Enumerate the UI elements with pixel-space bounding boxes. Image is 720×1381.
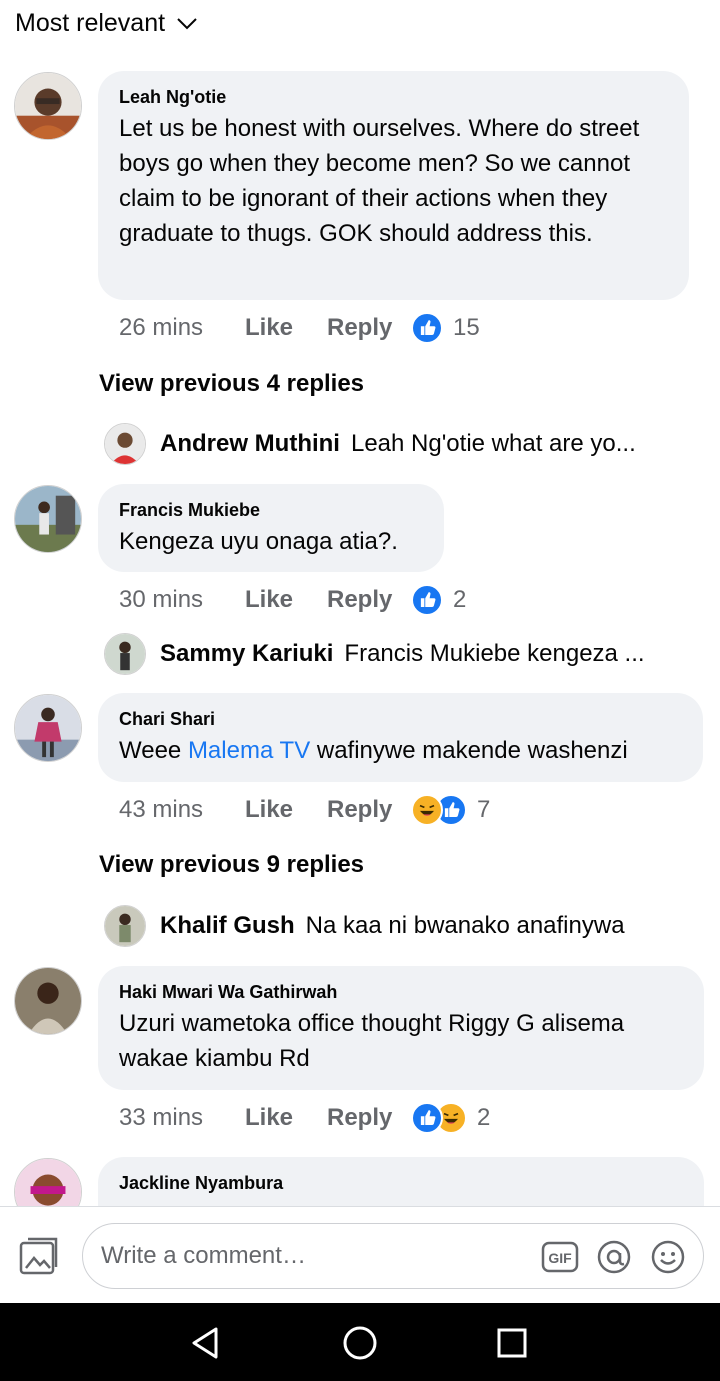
comment-timestamp[interactable]: 33 mins xyxy=(119,1104,245,1132)
like-button[interactable]: Like xyxy=(245,586,327,614)
reply-text: Francis Mukiebe kengeza ... xyxy=(344,640,645,667)
avatar[interactable] xyxy=(14,1158,82,1206)
avatar[interactable] xyxy=(14,967,82,1035)
sort-label: Most relevant xyxy=(15,8,166,37)
comment-input-wrapper: GIF xyxy=(82,1223,704,1289)
comments-feed[interactable]: Most relevant Leah Ng'otie Let us be hon… xyxy=(0,0,720,1206)
home-icon[interactable] xyxy=(340,1323,380,1363)
reply-preview[interactable]: Andrew Muthini Leah Ng'otie what are yo.… xyxy=(104,423,636,465)
comment-author[interactable]: Leah Ng'otie xyxy=(119,85,669,109)
gif-icon[interactable]: GIF xyxy=(541,1239,579,1275)
comment-actions: 33 mins Like Reply 2 xyxy=(119,1098,490,1138)
reply-author: Sammy Kariuki xyxy=(160,640,334,667)
avatar xyxy=(104,423,146,465)
comment-text: Kengeza uyu onaga atia?. xyxy=(119,528,398,555)
reaction-summary[interactable]: 2 xyxy=(411,584,466,616)
reply-text: Leah Ng'otie what are yo... xyxy=(350,430,636,457)
gif-label: GIF xyxy=(548,1250,572,1266)
like-reaction-icon xyxy=(411,312,443,344)
like-reaction-icon xyxy=(411,1102,443,1134)
reply-button[interactable]: Reply xyxy=(327,1104,411,1132)
like-button[interactable]: Like xyxy=(245,314,327,342)
comment-text: Uzuri wametoka office thought Riggy G al… xyxy=(119,1010,625,1072)
system-navigation-bar xyxy=(0,1303,720,1381)
reply-button[interactable]: Reply xyxy=(327,586,411,614)
avatar[interactable] xyxy=(14,72,82,140)
comment-input[interactable] xyxy=(101,1224,521,1288)
comment-bubble[interactable]: Haki Mwari Wa Gathirwah Uzuri wametoka o… xyxy=(98,966,704,1090)
reply-author: Khalif Gush xyxy=(160,912,295,939)
comment-actions: 30 mins Like Reply 2 xyxy=(119,580,466,620)
recents-icon[interactable] xyxy=(492,1323,532,1363)
like-reaction-icon xyxy=(411,584,443,616)
comment-bubble[interactable]: Chari Shari Weee Malema TV wafinywe make… xyxy=(98,693,703,782)
comment-text: Let us be honest with ourselves. Where d… xyxy=(119,115,640,247)
comment-author[interactable]: Jackline Nyambura xyxy=(119,1171,684,1195)
haha-reaction-icon xyxy=(411,794,443,826)
reply-button[interactable]: Reply xyxy=(327,796,411,824)
comment-bubble[interactable]: Jackline Nyambura xyxy=(98,1157,704,1206)
reply-author: Andrew Muthini xyxy=(160,430,340,457)
reaction-count: 2 xyxy=(453,586,467,613)
emoji-icon[interactable] xyxy=(650,1239,686,1275)
chevron-down-icon xyxy=(177,18,197,30)
comment-bubble[interactable]: Francis Mukiebe Kengeza uyu onaga atia?. xyxy=(98,484,444,572)
reaction-count: 15 xyxy=(453,314,480,341)
mention-link[interactable]: Malema TV xyxy=(188,737,310,764)
comment-composer: GIF xyxy=(0,1206,720,1303)
like-button[interactable]: Like xyxy=(245,1104,327,1132)
view-previous-replies[interactable]: View previous 4 replies xyxy=(99,367,364,401)
reply-preview[interactable]: Khalif Gush Na kaa ni bwanako anafinywa xyxy=(104,905,625,947)
back-icon[interactable] xyxy=(186,1323,226,1363)
comment-author[interactable]: Chari Shari xyxy=(119,707,683,731)
reply-button[interactable]: Reply xyxy=(327,314,411,342)
avatar[interactable] xyxy=(14,485,82,553)
comment-author[interactable]: Haki Mwari Wa Gathirwah xyxy=(119,980,684,1004)
comment-author[interactable]: Francis Mukiebe xyxy=(119,498,424,522)
like-button[interactable]: Like xyxy=(245,796,327,824)
reaction-summary[interactable]: 15 xyxy=(411,312,480,344)
comment-text: Weee Malema TV wafinywe makende washenzi xyxy=(119,733,683,768)
photo-icon[interactable] xyxy=(18,1236,60,1278)
reply-text: Na kaa ni bwanako anafinywa xyxy=(305,912,625,939)
avatar xyxy=(104,905,146,947)
reaction-summary[interactable]: 2 xyxy=(411,1102,490,1134)
comment-text-prefix: Weee xyxy=(119,737,188,764)
mention-icon[interactable] xyxy=(596,1239,632,1275)
comment-actions: 26 mins Like Reply 15 xyxy=(119,308,480,348)
reaction-count: 2 xyxy=(477,1104,491,1131)
comment-text-suffix: wafinywe makende washenzi xyxy=(310,737,628,764)
comment-bubble[interactable]: Leah Ng'otie Let us be honest with ourse… xyxy=(98,71,689,300)
reaction-count: 7 xyxy=(477,796,491,823)
avatar xyxy=(104,633,146,675)
comment-timestamp[interactable]: 30 mins xyxy=(119,586,245,614)
sort-dropdown[interactable]: Most relevant xyxy=(15,6,199,40)
comment-timestamp[interactable]: 26 mins xyxy=(119,314,245,342)
reply-preview[interactable]: Sammy Kariuki Francis Mukiebe kengeza ..… xyxy=(104,633,645,675)
view-previous-replies[interactable]: View previous 9 replies xyxy=(99,848,364,882)
reaction-summary[interactable]: 7 xyxy=(411,794,490,826)
comment-actions: 43 mins Like Reply 7 xyxy=(119,790,490,830)
avatar[interactable] xyxy=(14,694,82,762)
comment-timestamp[interactable]: 43 mins xyxy=(119,796,245,824)
